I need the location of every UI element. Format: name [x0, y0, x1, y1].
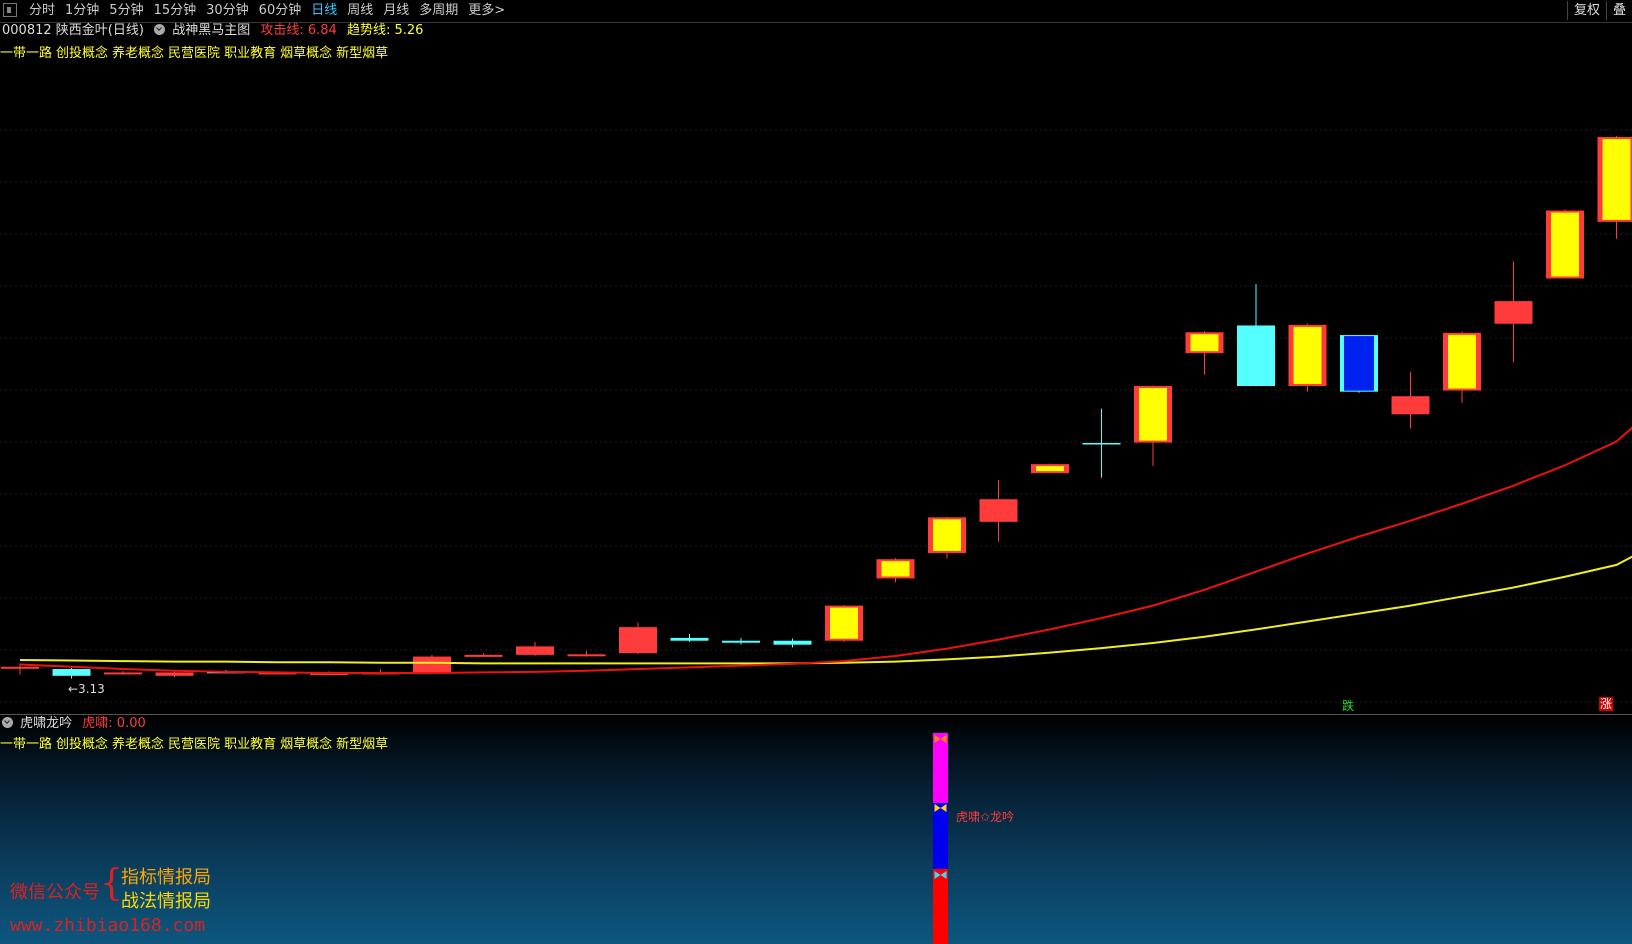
- concept-tag: 烟草概念: [280, 46, 333, 61]
- tab-6[interactable]: 日线: [306, 2, 342, 20]
- main-chart-header: 000812 陕西金叶(日线) 战神黑马主图 攻击线: 6.84 趋势线: 5.…: [2, 23, 423, 39]
- attack-line-value: 攻击线: 6.84: [260, 23, 337, 38]
- candle-body: [979, 499, 1018, 522]
- panel-toggle-icon[interactable]: [3, 3, 17, 17]
- tab-8[interactable]: 月线: [378, 2, 414, 20]
- tab-1[interactable]: 1分钟: [60, 2, 104, 20]
- tab-7[interactable]: 周线: [342, 2, 378, 20]
- concept-tag: 职业教育: [224, 46, 277, 61]
- candle-body-fill: [1448, 334, 1476, 389]
- tab-0[interactable]: 分时: [24, 2, 60, 20]
- candle-body-fill: [1344, 336, 1374, 391]
- right-button-1[interactable]: 叠: [1605, 1, 1632, 20]
- candle-body-fill: [1602, 138, 1631, 220]
- candle-body-fill: [1293, 326, 1322, 385]
- signal-bar-magenta: [933, 733, 948, 803]
- candle-body: [1, 666, 39, 669]
- candle-body: [670, 637, 709, 641]
- main-indicator-name[interactable]: 战神黑马主图: [172, 23, 250, 38]
- candle-body: [516, 646, 554, 655]
- concept-tags: 一带一路 创投概念 养老概念 民营医院 职业教育 烟草概念 新型烟草: [0, 42, 392, 61]
- candle-body-fill: [830, 607, 858, 639]
- candle-body: [773, 640, 812, 645]
- candle-body-fill: [1190, 334, 1219, 352]
- watermark-wechat: 微信公众号: [10, 882, 100, 903]
- watermark-name-2: 战法情报局: [121, 891, 211, 912]
- signal-label: 虎啸✩龙吟: [956, 810, 1015, 824]
- concept-tag: 一带一路: [0, 46, 53, 61]
- concept-tag: 养老概念: [112, 46, 165, 61]
- low-price-marker: ←3.13: [68, 682, 105, 696]
- signal-bar-blue: [933, 803, 948, 869]
- candle-body: [1494, 301, 1533, 324]
- up-tag: 涨: [1599, 697, 1614, 711]
- candlestick-chart[interactable]: [0, 60, 1632, 714]
- tab-9[interactable]: 多周期: [414, 2, 463, 20]
- chevron-right-icon: >: [494, 3, 506, 18]
- candle-body: [1391, 396, 1430, 415]
- right-button-0[interactable]: 复权: [1566, 1, 1606, 20]
- watermark-name-1: 指标情报局: [121, 867, 211, 888]
- candle-body: [619, 627, 657, 654]
- tab-2[interactable]: 5分钟: [104, 2, 148, 20]
- candle-body: [155, 672, 194, 676]
- candle-body-fill: [1036, 466, 1064, 472]
- candle-body: [567, 654, 606, 657]
- candle-body-fill: [1139, 388, 1167, 441]
- sub-indicator-chart[interactable]: [0, 715, 1632, 944]
- candle-body: [413, 656, 451, 673]
- trend-line-value: 趋势线: 5.26: [346, 23, 424, 38]
- period-toolbar: 分时 1分钟 5分钟 15分钟 30分钟 60分钟 日线 周线 月线 多周期 更多 > 复权叠: [0, 0, 1632, 23]
- tab-10[interactable]: 更多 >: [463, 2, 510, 20]
- tab-5[interactable]: 60分钟: [254, 2, 307, 20]
- stock-title: 000812 陕西金叶(日线): [2, 23, 144, 38]
- right-toolbar-buttons: 复权叠: [1566, 1, 1632, 20]
- signal-bar-red: [933, 869, 948, 944]
- indicator-menu-icon[interactable]: [154, 24, 166, 35]
- candle-body-fill: [1551, 212, 1579, 277]
- candle-body-fill: [933, 519, 961, 551]
- candle-body: [104, 672, 142, 675]
- concept-tag: 民营医院: [168, 46, 221, 61]
- candle-body: [464, 654, 503, 657]
- down-tag: 跌: [1342, 699, 1355, 713]
- candle-body-fill: [881, 561, 910, 577]
- concept-tag: 新型烟草: [336, 46, 389, 61]
- tab-4[interactable]: 30分钟: [201, 2, 254, 20]
- concept-tag: 创投概念: [56, 46, 109, 61]
- watermark-brace: {: [100, 863, 123, 904]
- period-tabs: 分时 1分钟 5分钟 15分钟 30分钟 60分钟 日线 周线 月线 多周期 更多 >: [24, 2, 510, 20]
- watermark-url: www.zhibiao168.com: [10, 915, 206, 936]
- tab-3[interactable]: 15分钟: [149, 2, 202, 20]
- candle-body: [722, 640, 760, 643]
- candle-body: [1237, 325, 1275, 387]
- candle-body: [52, 669, 91, 676]
